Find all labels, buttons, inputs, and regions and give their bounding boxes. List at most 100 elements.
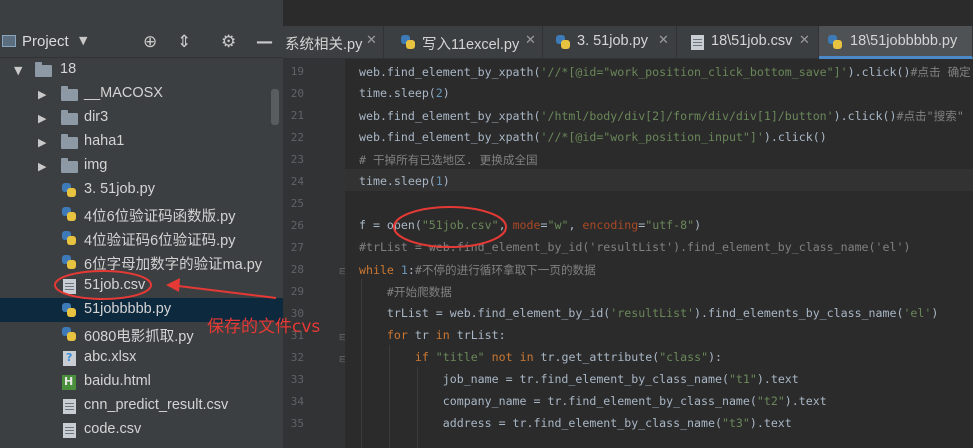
tree-item-label: img (84, 157, 108, 173)
tree-item-label: 4位验证码6位验证码.py (84, 233, 236, 249)
tree-file-csv[interactable]: code.csv (0, 418, 283, 442)
python-file-icon (61, 254, 77, 270)
python-file-icon (61, 302, 77, 318)
tree-folder-img[interactable]: ▶ img (0, 154, 283, 178)
collapsed-arrow-icon[interactable]: ▶ (38, 88, 46, 101)
line-number: 32 (290, 351, 304, 364)
tree-folder-macosx[interactable]: ▶ __MACOSX (0, 82, 283, 106)
minimize-icon[interactable]: — (256, 32, 273, 52)
folder-icon (35, 62, 52, 77)
python-file-icon (61, 230, 77, 246)
code-line: #开始爬数据 (386, 285, 452, 299)
tree-file-abc-xlsx[interactable]: abc.xlsx (0, 346, 283, 370)
tree-item-label: 51job.csv (84, 277, 146, 293)
collapsed-arrow-icon[interactable]: ▶ (38, 160, 46, 173)
line-number: 23 (290, 153, 304, 166)
code-line: job_name = tr.find_element_by_class_name… (359, 372, 799, 386)
tab-write-excel[interactable]: 写入11excel.py ✕ (384, 26, 543, 59)
code-line: for tr in trList: (386, 328, 506, 342)
line-number: 21 (290, 109, 304, 122)
tab-51job-csv[interactable]: 18\51job.csv ✕ (677, 26, 819, 59)
tree-folder-18[interactable]: ▼ 18 (0, 58, 283, 82)
tree-file-py[interactable]: 4位6位验证码函数版.py (0, 202, 283, 226)
line-number: 26 (290, 219, 304, 232)
python-file-icon (61, 206, 77, 222)
python-file-icon (400, 34, 416, 50)
csv-file-icon (691, 35, 704, 50)
chevron-down-icon[interactable]: ▼ (79, 34, 87, 47)
python-file-icon (61, 182, 77, 198)
line-number: 24 (290, 175, 304, 188)
tree-item-label: 3. 51job.py (84, 181, 155, 197)
expanded-arrow-icon[interactable]: ▼ (14, 64, 22, 77)
collapse-all-icon[interactable]: ⇕ (177, 32, 191, 52)
code-line: web.find_element_by_xpath('//*[@id="work… (359, 130, 827, 144)
tree-item-label: cnn_predict_result.csv (84, 397, 229, 413)
code-line: address = tr.find_element_by_class_name(… (359, 416, 792, 430)
gear-icon[interactable]: ⚙ (221, 32, 236, 52)
line-number: 27 (290, 241, 304, 254)
html-file-icon (62, 375, 76, 390)
tree-file-py[interactable]: 4位验证码6位验证码.py (0, 226, 283, 250)
tree-item-label: baidu.html (84, 373, 151, 389)
line-number: 25 (290, 197, 304, 210)
tab-label: 3. 51job.py (577, 33, 648, 49)
code-editor[interactable]: web.find_element_by_xpath('//*[@id="work… (345, 59, 973, 448)
tab-51jobbbbb[interactable]: 18\51jobbbbb.py (819, 26, 973, 59)
collapsed-arrow-icon[interactable]: ▶ (38, 112, 46, 125)
collapsed-arrow-icon[interactable]: ▶ (38, 136, 46, 149)
tab-label: 写入11excel.py (422, 37, 520, 53)
folder-icon (61, 158, 78, 173)
tree-item-label: 6位字母加数字的验证ma.py (84, 257, 263, 273)
python-file-icon (555, 34, 571, 50)
line-number: 20 (290, 87, 304, 100)
code-line: web.find_element_by_xpath('//*[@id="work… (359, 65, 971, 79)
folder-icon (61, 110, 78, 125)
tab-label: 系统相关.py (285, 37, 363, 53)
tree-file-3-51job-py[interactable]: 3. 51job.py (0, 178, 283, 202)
tree-item-label: 6080电影抓取.py (84, 329, 194, 345)
close-icon[interactable]: ✕ (366, 33, 377, 48)
tree-file-csv[interactable]: cnn_predict_result.csv (0, 394, 283, 418)
close-icon[interactable]: ✕ (658, 33, 669, 48)
tree-item-label: code.csv (84, 421, 142, 437)
project-header: Project ▼ ⊕ ⇕ ⚙ — (0, 26, 283, 58)
code-line: trList = web.find_element_by_id('resultL… (359, 306, 939, 320)
tree-item-label: 4位6位验证码函数版.py (84, 209, 236, 225)
tree-file-py[interactable]: 6位字母加数字的验证ma.py (0, 250, 283, 274)
code-line: # 干掉所有已选地区. 更换成全国 (359, 153, 538, 167)
close-icon[interactable]: ✕ (799, 33, 810, 48)
csv-file-icon (63, 399, 76, 414)
close-icon[interactable]: ✕ (525, 33, 536, 48)
tree-scrollbar[interactable] (271, 89, 279, 125)
tree-item-label: 51jobbbbb.py (84, 301, 172, 317)
code-line: time.sleep(2) (359, 86, 450, 100)
line-number: 19 (290, 65, 304, 78)
tab-label: 18\51jobbbbb.py (850, 33, 958, 49)
unknown-file-icon (63, 351, 76, 366)
tree-file-51job-csv[interactable]: 51job.csv (0, 274, 283, 298)
code-line: web.find_element_by_xpath('/html/body/di… (359, 109, 964, 123)
tree-folder-dir3[interactable]: ▶ dir3 (0, 106, 283, 130)
tree-file-baidu-html[interactable]: baidu.html (0, 370, 283, 394)
line-number: 34 (290, 395, 304, 408)
line-number: 28 (290, 263, 304, 276)
tree-folder-haha1[interactable]: ▶ haha1 (0, 130, 283, 154)
line-number: 33 (290, 373, 304, 386)
folder-icon (61, 134, 78, 149)
project-tool-window: Project ▼ ⊕ ⇕ ⚙ — ▼ 18 ▶ __MACOSX ▶ dir3… (0, 0, 283, 448)
line-number-gutter[interactable]: 19 20 21 22 23 24 25 26 27 28 29 30 31 3… (283, 59, 347, 448)
line-number: 29 (290, 285, 304, 298)
tree-item-label: haha1 (84, 133, 125, 149)
tab-3-51job[interactable]: 3. 51job.py ✕ (543, 26, 677, 59)
folder-icon (61, 86, 78, 101)
csv-file-icon (63, 279, 76, 294)
csv-file-icon (63, 423, 76, 438)
project-view-selector[interactable]: Project (22, 33, 69, 50)
tab-system[interactable]: 系统相关.py ✕ (283, 26, 384, 59)
tree-item-label: dir3 (84, 109, 109, 125)
code-line: while 1:#不停的进行循环拿取下一页的数据 (359, 263, 596, 277)
line-number: 22 (290, 131, 304, 144)
crosshair-icon[interactable]: ⊕ (143, 32, 157, 52)
code-line: #trList = web.find_element_by_id('result… (359, 240, 911, 254)
